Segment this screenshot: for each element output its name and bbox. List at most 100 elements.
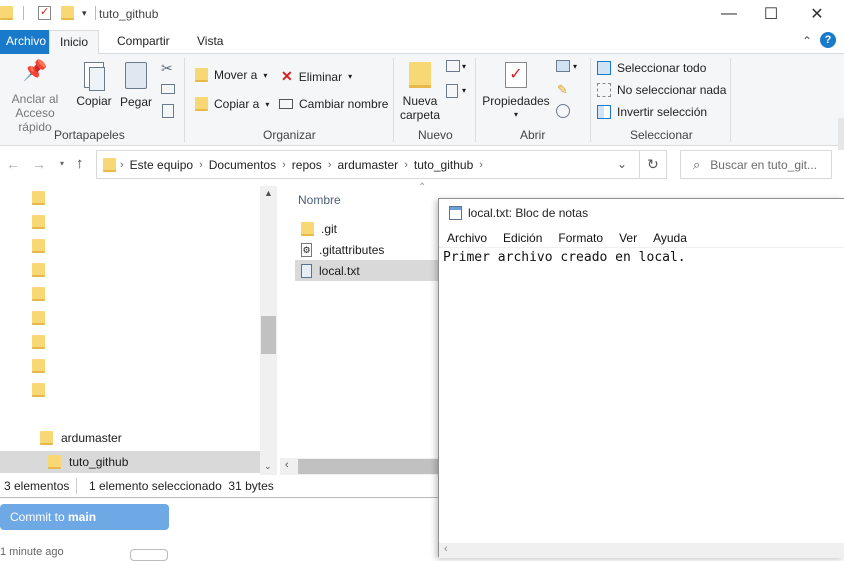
customize-dropdown-icon[interactable]: ▾ [82, 8, 87, 19]
tree-item[interactable] [32, 259, 53, 281]
paste-shortcut-icon[interactable] [162, 104, 174, 118]
tree-item[interactable] [32, 283, 53, 305]
address-bar[interactable]: › Este equipo › Documentos › repos › ard… [96, 150, 667, 179]
tree-item[interactable] [32, 211, 53, 233]
menu-edicion[interactable]: Edición [495, 231, 550, 245]
tree-item[interactable] [32, 187, 53, 209]
divider [475, 58, 476, 142]
tab-vista[interactable]: Vista [187, 30, 233, 54]
group-label-abrir: Abrir [520, 128, 546, 142]
notepad-icon [449, 206, 462, 220]
easy-access-icon[interactable] [446, 84, 458, 98]
navigation-scrollbar[interactable]: ▲ ⌄ [260, 186, 277, 475]
tree-item-label: ardumaster [61, 431, 122, 445]
menu-ver[interactable]: Ver [611, 231, 645, 245]
tree-item[interactable] [32, 235, 53, 257]
move-to-button[interactable]: Mover a ▾ [195, 68, 267, 82]
dropdown-arrow-icon[interactable]: ▾ [462, 86, 466, 95]
status-count: 3 elementos [4, 479, 70, 493]
tab-compartir[interactable]: Compartir [107, 30, 180, 54]
up-arrow-icon[interactable]: ↑ [76, 155, 84, 172]
group-label-organizar: Organizar [263, 128, 316, 142]
properties-button[interactable]: ✓ Propiedades ▾ [482, 62, 550, 122]
folder-icon [40, 431, 53, 445]
tab-inicio[interactable]: Inicio [49, 30, 100, 55]
breadcrumb-item[interactable]: ardumaster [337, 158, 398, 172]
new-folder-button[interactable]: Nueva carpeta [400, 62, 440, 122]
file-list-hscrollbar[interactable]: ‹ [280, 458, 440, 475]
invert-selection-button[interactable]: Invertir selección [597, 105, 707, 119]
tree-item[interactable] [32, 355, 53, 377]
last-commit-time: 1 minute ago [0, 546, 64, 558]
chevron-right-icon: › [327, 158, 332, 171]
pin-quick-access-button[interactable]: 📌 Anclar al Acceso rápido [0, 61, 70, 134]
copy-to-button[interactable]: Copiar a ▾ [195, 97, 269, 111]
scroll-left-icon[interactable]: ‹ [444, 543, 448, 555]
column-header-nombre[interactable]: Nombre [298, 193, 341, 207]
scroll-left-icon[interactable]: ‹ [285, 459, 289, 471]
copy-path-icon[interactable] [161, 84, 175, 94]
file-row[interactable]: .git [295, 218, 445, 239]
folder-icon [0, 6, 13, 20]
scroll-up-icon[interactable]: ▲ [264, 188, 273, 198]
back-arrow-icon[interactable]: ← [6, 156, 20, 172]
menu-formato[interactable]: Formato [550, 231, 611, 245]
properties-label: Propiedades [482, 94, 550, 108]
cut-icon[interactable]: ✂ [161, 60, 173, 77]
collapse-ribbon-icon[interactable]: ⌃ [802, 34, 812, 48]
tree-item-tuto-github[interactable]: tuto_github [48, 451, 128, 473]
select-all-label: Seleccionar todo [617, 61, 707, 75]
tree-item-ardumaster[interactable]: ardumaster [40, 427, 122, 449]
undo-button[interactable] [130, 549, 168, 561]
address-folder-icon [103, 157, 116, 172]
history-icon[interactable] [556, 104, 570, 118]
breadcrumb-item[interactable]: Este equipo [130, 158, 193, 172]
file-row-selected[interactable]: local.txt [295, 260, 445, 281]
notepad-title: local.txt: Bloc de notas [468, 206, 589, 220]
dropdown-arrow-icon[interactable]: ▾ [573, 62, 577, 71]
navigation-pane: ardumaster tuto_github [0, 186, 278, 476]
recent-dropdown-icon[interactable]: ▾ [60, 159, 64, 168]
notepad-hscrollbar[interactable]: ‹ [439, 543, 844, 558]
close-button[interactable]: ✕ [794, 0, 840, 28]
refresh-icon[interactable]: ↻ [647, 156, 659, 173]
file-row[interactable]: ⚙ .gitattributes [295, 239, 445, 260]
breadcrumb-item[interactable]: tuto_github [414, 158, 473, 172]
select-none-label: No seleccionar nada [617, 83, 727, 97]
breadcrumb-item[interactable]: repos [292, 158, 322, 172]
properties-icon[interactable]: ✓ [38, 6, 51, 20]
search-box[interactable]: ⌕ Buscar en tuto_git... [680, 150, 832, 179]
dropdown-arrow-icon[interactable]: ▾ [462, 62, 466, 71]
menu-ayuda[interactable]: Ayuda [645, 231, 695, 245]
select-all-button[interactable]: Seleccionar todo [597, 61, 706, 75]
breadcrumb-item[interactable]: Documentos [209, 158, 276, 172]
divider [23, 6, 24, 20]
scrollbar-thumb[interactable] [298, 459, 438, 474]
forward-arrow-icon[interactable]: → [32, 156, 46, 172]
paste-button[interactable]: Pegar [117, 62, 155, 109]
delete-button[interactable]: ✕ Eliminar ▾ [281, 68, 352, 85]
maximize-button[interactable]: ☐ [748, 0, 794, 28]
tree-item[interactable] [32, 331, 53, 353]
new-folder-icon[interactable] [61, 6, 74, 20]
rename-button[interactable]: Cambiar nombre [279, 97, 388, 111]
edit-icon[interactable]: ✎ [557, 82, 568, 98]
help-icon[interactable]: ? [820, 32, 836, 48]
new-item-icon[interactable] [446, 60, 460, 72]
tree-item[interactable] [32, 307, 53, 329]
copy-icon [84, 62, 105, 91]
address-dropdown-icon[interactable]: ⌄ [617, 157, 627, 171]
folder-icon [32, 239, 45, 253]
commit-button[interactable]: Commit to main [0, 504, 169, 530]
select-none-button[interactable]: No seleccionar nada [597, 83, 726, 97]
scroll-down-icon[interactable]: ⌄ [264, 461, 272, 472]
tab-archivo[interactable]: Archivo [0, 30, 53, 54]
notepad-text-area[interactable]: Primer archivo creado en local. [443, 250, 686, 265]
menu-archivo[interactable]: Archivo [439, 231, 495, 245]
scrollbar-thumb[interactable] [261, 316, 276, 354]
tree-item[interactable] [32, 379, 53, 401]
minimize-button[interactable]: — [706, 0, 752, 28]
copy-button[interactable]: Copiar [74, 62, 114, 108]
open-icon[interactable] [556, 60, 570, 72]
divider [590, 58, 591, 142]
